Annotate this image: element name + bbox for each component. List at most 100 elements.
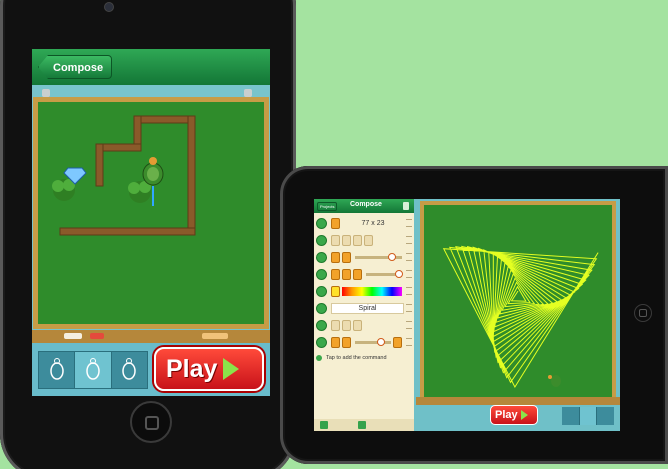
arrow-left-icon[interactable] [331, 319, 340, 331]
command-row-size[interactable]: 77 x 23 [316, 215, 412, 231]
command-type-icon [316, 251, 327, 263]
command-row-color[interactable] [316, 283, 412, 299]
arrow-right-icon[interactable] [342, 319, 351, 331]
drag-handle-icon[interactable] [406, 270, 412, 278]
drag-handle-icon[interactable] [406, 253, 412, 261]
speed-max-icon[interactable] [393, 336, 402, 348]
command-panel: Projects Compose 77 x 23 Spiral Tap to a… [314, 199, 414, 431]
arrow-up-icon[interactable] [353, 319, 362, 331]
chalk-stick [90, 333, 104, 339]
speed-slider[interactable] [355, 337, 391, 346]
phone-device: Compose Play [0, 0, 296, 469]
command-type-icon [316, 268, 327, 280]
turtle-tool-button-active[interactable] [75, 352, 112, 388]
chalk-stick [202, 333, 228, 339]
maze-wall [59, 227, 196, 236]
add-command-row[interactable]: Tap to add the command [316, 355, 387, 361]
projects-button[interactable]: Projects [317, 202, 338, 211]
counter-icon[interactable] [342, 268, 351, 280]
command-type-icon [316, 234, 327, 246]
command-type-icon [316, 336, 327, 348]
play-arrow-icon [520, 410, 528, 420]
repeat-icon[interactable] [331, 268, 340, 280]
command-row-repeat[interactable] [316, 266, 412, 282]
turtle-outline-icon [86, 358, 100, 380]
turtle-tool-button[interactable] [562, 407, 580, 425]
turn-icon[interactable] [342, 251, 351, 263]
trash-icon[interactable] [403, 202, 409, 210]
command-row-move[interactable] [316, 249, 412, 265]
color-swatch-icon[interactable] [331, 285, 340, 297]
play-button[interactable]: Play [490, 405, 538, 425]
hook-icon [244, 89, 252, 97]
command-row-pen[interactable] [316, 232, 412, 248]
tablet-chalkboard [420, 201, 616, 401]
counter-icon[interactable] [353, 268, 362, 280]
bush-icon [52, 179, 75, 201]
phone-wall [32, 85, 270, 330]
turtle-outline-icon [122, 358, 137, 380]
speed-icon[interactable] [331, 336, 340, 348]
step-slider[interactable] [355, 252, 402, 261]
drag-handle-icon[interactable] [406, 321, 412, 329]
drag-handle-icon[interactable] [406, 287, 412, 295]
pen-width-icon[interactable] [353, 234, 362, 246]
turtle-tool-group [562, 407, 614, 425]
maze-wall [133, 115, 193, 124]
turtle-icon [142, 157, 164, 186]
drag-handle-icon[interactable] [406, 236, 412, 244]
spiral-drawing [442, 245, 599, 389]
tablet-title: Compose [350, 201, 382, 208]
phone-home-button[interactable] [130, 401, 172, 443]
tablet-device: Projects Compose 77 x 23 Spiral Tap to a… [280, 166, 668, 464]
command-row-arrows[interactable] [316, 317, 412, 333]
pen-up-icon[interactable] [331, 234, 340, 246]
tablet-wall: Play [414, 199, 620, 431]
play-button[interactable]: Play [154, 347, 264, 391]
speed-icon[interactable] [342, 336, 351, 348]
move-icon[interactable] [331, 251, 340, 263]
play-label: Play [495, 409, 518, 421]
phone-screen: Compose Play [32, 49, 270, 396]
turtle-outline-icon [49, 358, 64, 380]
maze-canvas [52, 115, 196, 236]
pen-eraser-icon[interactable] [364, 234, 373, 246]
tablet-screen: Projects Compose 77 x 23 Spiral Tap to a… [314, 199, 620, 431]
maze-wall [95, 143, 104, 187]
turtle-tool-button[interactable] [597, 407, 614, 425]
chalk-tray [416, 397, 620, 405]
drag-handle-icon[interactable] [406, 304, 412, 312]
color-spectrum[interactable] [342, 286, 402, 296]
maze-wall [187, 115, 196, 235]
maze-wall [133, 115, 142, 147]
command-row-spiral[interactable]: Spiral [316, 300, 412, 316]
play-arrow-icon [223, 358, 240, 380]
command-type-icon [316, 319, 327, 331]
bush-icon [128, 181, 151, 203]
compose-back-button[interactable]: Compose [38, 55, 113, 79]
pen-down-icon[interactable] [342, 234, 351, 246]
command-type-icon [316, 285, 327, 297]
download-icon[interactable] [320, 421, 328, 429]
phone-nav-bar: Compose [32, 49, 270, 85]
phone-toolbar: Play [32, 343, 270, 396]
command-type-icon [316, 302, 327, 314]
turtle-tool-button-active[interactable] [579, 407, 598, 425]
tablet-home-button[interactable] [634, 304, 652, 322]
hook-icon [42, 89, 50, 97]
turtle-tool-group [38, 351, 148, 389]
drag-handle-icon[interactable] [406, 219, 412, 227]
drag-handle-icon[interactable] [406, 338, 412, 346]
turtle-tool-button[interactable] [112, 352, 147, 388]
add-command-label: Tap to add the command [326, 355, 387, 361]
size-icon [331, 217, 340, 229]
spiral-field[interactable]: Spiral [331, 302, 404, 314]
chalk-stick [64, 333, 82, 339]
phone-camera [104, 2, 114, 12]
spiral-path [442, 245, 599, 389]
repeat-slider[interactable] [366, 269, 403, 278]
turtle-tool-button[interactable] [39, 352, 76, 388]
share-icon[interactable] [358, 421, 366, 429]
command-row-speed[interactable] [316, 334, 412, 350]
command-type-icon [316, 217, 327, 229]
